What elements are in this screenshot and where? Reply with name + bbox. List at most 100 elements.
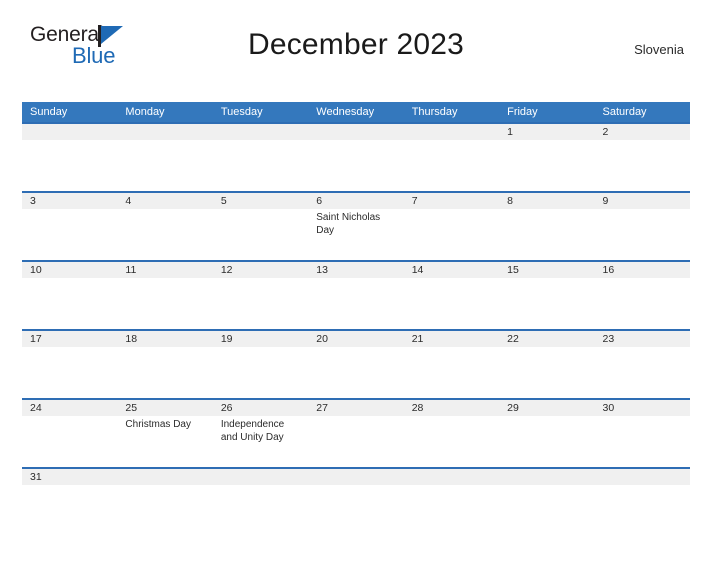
day-cell-event: Saint Nicholas Day [316, 212, 381, 236]
day-cell-date[interactable]: 14 [404, 262, 499, 278]
day-cell-date[interactable] [308, 469, 403, 485]
day-cell-event [308, 416, 403, 467]
day-cell-event [213, 485, 308, 499]
region-label: Slovenia [634, 42, 684, 57]
day-cell-date[interactable] [117, 124, 212, 140]
day-cell-event [22, 140, 117, 191]
weekday-sunday: Sunday [30, 106, 68, 118]
day-cell-date[interactable]: 5 [213, 193, 308, 209]
day-cell-event [22, 278, 117, 329]
day-cell-date[interactable]: 17 [22, 331, 117, 347]
day-cell-event [595, 347, 690, 398]
day-cell-date[interactable]: 15 [499, 262, 594, 278]
weekday-header-row: Sunday Monday Tuesday Wednesday Thursday… [22, 102, 690, 122]
calendar-week-row: 31 [22, 467, 690, 499]
page-header: General Blue December 2023 Slovenia [22, 24, 690, 74]
day-cell-date[interactable]: 16 [595, 262, 690, 278]
day-cell-event [308, 485, 403, 499]
week-event-strip [22, 278, 690, 329]
day-cell-date[interactable]: 28 [404, 400, 499, 416]
day-cell-date[interactable] [595, 469, 690, 485]
day-cell-date[interactable]: 25 [117, 400, 212, 416]
day-cell-date[interactable]: 8 [499, 193, 594, 209]
week-date-strip: 24 25 26 27 28 29 30 [22, 400, 690, 416]
day-cell-event [117, 485, 212, 499]
day-cell-event [595, 140, 690, 191]
week-date-strip: 17 18 19 20 21 22 23 [22, 331, 690, 347]
day-cell-event [117, 209, 212, 260]
day-cell-date[interactable]: 31 [22, 469, 117, 485]
day-cell-event [404, 209, 499, 260]
day-cell-event [213, 209, 308, 260]
day-cell-date[interactable]: 7 [404, 193, 499, 209]
week-event-strip [22, 140, 690, 191]
weekday-monday: Monday [125, 106, 165, 118]
day-cell-event [499, 140, 594, 191]
week-event-strip [22, 485, 690, 499]
week-date-strip: 1 2 [22, 124, 690, 140]
day-cell-date[interactable] [22, 124, 117, 140]
day-cell-date[interactable]: 29 [499, 400, 594, 416]
week-date-strip: 31 [22, 469, 690, 485]
weekday-wednesday: Wednesday [316, 106, 375, 118]
calendar-week-row: 1 2 [22, 122, 690, 191]
day-cell-date[interactable]: 13 [308, 262, 403, 278]
day-cell-date[interactable]: 22 [499, 331, 594, 347]
day-cell-event [213, 347, 308, 398]
day-cell-date[interactable]: 27 [308, 400, 403, 416]
day-cell-event [213, 140, 308, 191]
day-cell-date[interactable]: 2 [595, 124, 690, 140]
day-cell-event [117, 347, 212, 398]
week-event-strip: Christmas Day Independence and Unity Day [22, 416, 690, 467]
day-cell-event [117, 278, 212, 329]
day-cell-date[interactable]: 4 [117, 193, 212, 209]
day-cell-date[interactable] [308, 124, 403, 140]
weekday-saturday: Saturday [602, 106, 647, 118]
calendar-week-row: 10 11 12 13 14 15 16 [22, 260, 690, 329]
calendar-grid: Sunday Monday Tuesday Wednesday Thursday… [22, 102, 690, 499]
day-cell-date[interactable] [404, 124, 499, 140]
day-cell-date[interactable]: 23 [595, 331, 690, 347]
day-cell-event [117, 140, 212, 191]
day-cell-event [404, 278, 499, 329]
day-cell-event [22, 347, 117, 398]
page-title: December 2023 [247, 28, 465, 61]
day-cell-date[interactable]: 21 [404, 331, 499, 347]
day-cell-date[interactable]: 9 [595, 193, 690, 209]
calendar-week-row: 24 25 26 27 28 29 30 Christmas Day Indep… [22, 398, 690, 467]
day-cell-event [499, 278, 594, 329]
day-cell-date[interactable]: 10 [22, 262, 117, 278]
day-cell-event [404, 485, 499, 499]
weekday-tuesday: Tuesday [220, 106, 263, 118]
day-cell-date[interactable]: 1 [499, 124, 594, 140]
day-cell-date[interactable]: 11 [117, 262, 212, 278]
day-cell-event [499, 209, 594, 260]
day-cell-event [308, 278, 403, 329]
day-cell-event [595, 416, 690, 467]
day-cell-date[interactable] [499, 469, 594, 485]
day-cell-date[interactable]: 19 [213, 331, 308, 347]
week-date-strip: 3 4 5 6 7 8 9 [22, 193, 690, 209]
calendar-page: General Blue December 2023 Slovenia Sund… [0, 24, 712, 574]
week-date-strip: 10 11 12 13 14 15 16 [22, 262, 690, 278]
day-cell-event [22, 416, 117, 467]
day-cell-date[interactable]: 30 [595, 400, 690, 416]
day-cell-date[interactable]: 18 [117, 331, 212, 347]
day-cell-date[interactable]: 26 [213, 400, 308, 416]
day-cell-date[interactable] [213, 469, 308, 485]
day-cell-date[interactable]: 12 [213, 262, 308, 278]
weekday-thursday: Thursday [411, 106, 458, 118]
day-cell-date[interactable]: 6 [308, 193, 403, 209]
day-cell-event [308, 347, 403, 398]
day-cell-event [595, 209, 690, 260]
day-cell-event [213, 278, 308, 329]
calendar-week-row: 3 4 5 6 7 8 9 Saint Nicholas Day [22, 191, 690, 260]
day-cell-date[interactable] [213, 124, 308, 140]
day-cell-date[interactable]: 3 [22, 193, 117, 209]
day-cell-event [404, 347, 499, 398]
day-cell-date[interactable]: 20 [308, 331, 403, 347]
day-cell-date[interactable]: 24 [22, 400, 117, 416]
day-cell-date[interactable] [117, 469, 212, 485]
day-cell-date[interactable] [404, 469, 499, 485]
day-cell-event [499, 485, 594, 499]
